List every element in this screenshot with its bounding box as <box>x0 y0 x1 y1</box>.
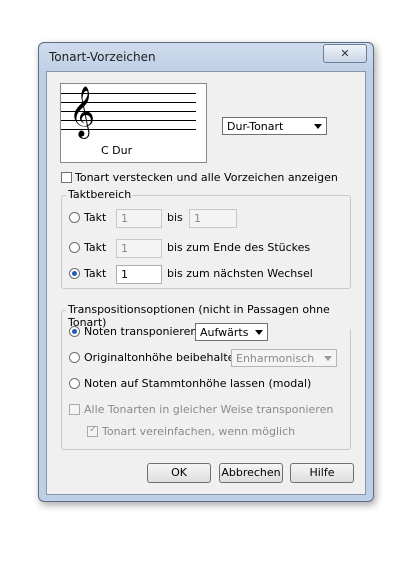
chevron-down-icon <box>255 330 263 335</box>
modal-label: Noten auf Stammtonhöhe lassen (modal) <box>84 377 312 390</box>
keep-pitch-radio[interactable] <box>69 352 80 363</box>
range-to-end-input[interactable]: 1 <box>116 239 162 258</box>
close-button[interactable]: ✕ <box>323 44 367 63</box>
key-type-select[interactable]: Dur-Tonart <box>222 117 327 135</box>
range-takt-label: Takt <box>84 211 107 224</box>
hide-key-label: Tonart verstecken und alle Vorzeichen an… <box>75 171 338 184</box>
key-signature-dialog: Tonart-Vorzeichen ✕ 𝄞 C Dur Dur-Tonart T… <box>38 42 374 502</box>
key-preview: 𝄞 C Dur <box>60 83 207 163</box>
range-takt-label: Takt <box>84 241 107 254</box>
chevron-down-icon <box>324 356 332 361</box>
range-to-next-radio[interactable] <box>69 268 80 279</box>
all-keys-label: Alle Tonarten in gleicher Weise transpon… <box>84 403 334 416</box>
range-takt-label: Takt <box>84 267 107 280</box>
treble-clef-icon: 𝄞 <box>69 86 96 137</box>
help-button[interactable]: Hilfe <box>290 463 354 483</box>
range-to-next-input[interactable]: 1 <box>116 265 162 284</box>
dialog-body: 𝄞 C Dur Dur-Tonart Tonart verstecken und… <box>46 71 366 495</box>
keep-pitch-label: Originaltonhöhe beibehalten <box>84 351 242 364</box>
simplify-label: Tonart vereinfachen, wenn möglich <box>102 425 296 438</box>
all-keys-checkbox[interactable] <box>69 404 80 415</box>
range-to-next-label: bis zum nächsten Wechsel <box>167 267 313 280</box>
cancel-button[interactable]: Abbrechen <box>219 463 283 483</box>
direction-select[interactable]: Aufwärts <box>195 323 268 341</box>
range-from-input[interactable]: 1 <box>116 209 162 228</box>
dialog-title: Tonart-Vorzeichen <box>49 50 156 64</box>
ok-button[interactable]: OK <box>147 463 211 483</box>
transpose-radio[interactable] <box>69 326 80 337</box>
measure-range-title: Taktbereich <box>66 188 134 201</box>
hide-key-checkbox[interactable] <box>61 172 72 183</box>
key-name: C Dur <box>101 144 133 157</box>
enharmonic-select[interactable]: Enharmonisch <box>231 349 337 367</box>
chevron-down-icon <box>314 124 322 129</box>
modal-radio[interactable] <box>69 378 80 389</box>
simplify-checkbox[interactable]: ✓ <box>87 424 98 437</box>
range-to-end-radio[interactable] <box>69 242 80 253</box>
range-to-end-label: bis zum Ende des Stückes <box>167 241 311 254</box>
close-icon: ✕ <box>340 47 350 60</box>
range-to-input[interactable]: 1 <box>189 209 237 228</box>
transpose-label: Noten transponieren <box>84 325 198 338</box>
checkmark-icon: ✓ <box>89 424 98 435</box>
range-from-to-radio[interactable] <box>69 212 80 223</box>
range-bis-label: bis <box>167 211 183 224</box>
